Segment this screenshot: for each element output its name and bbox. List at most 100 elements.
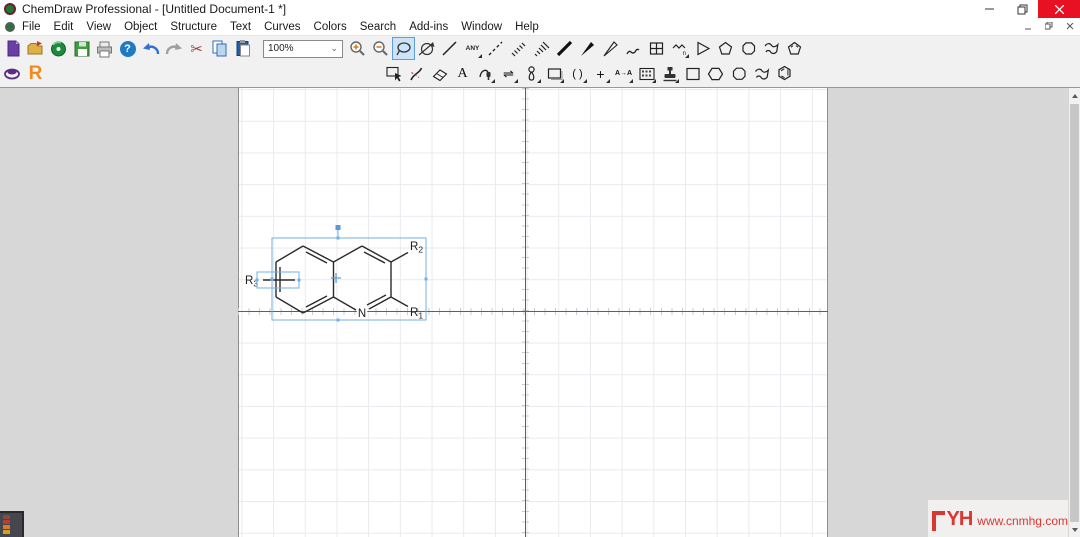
- chemdraw-addin-icon[interactable]: [2, 63, 23, 84]
- menu-structure[interactable]: Structure: [170, 21, 217, 33]
- palette-swatch: [3, 525, 10, 529]
- r-logo[interactable]: R: [25, 63, 46, 84]
- shape-square-tool[interactable]: [682, 63, 703, 84]
- new-document-icon[interactable]: [2, 38, 23, 59]
- rotate-tool[interactable]: [416, 38, 437, 59]
- shape-freeform-tool[interactable]: [761, 38, 782, 59]
- help-label: ?: [119, 40, 136, 57]
- cut-glyph: ✂: [190, 40, 203, 58]
- color-palette-window[interactable]: [0, 511, 24, 537]
- zoom-in-icon[interactable]: [347, 38, 368, 59]
- marquee-tool[interactable]: [383, 63, 404, 84]
- open-icon[interactable]: [25, 38, 46, 59]
- scrollbar-thumb[interactable]: [1070, 104, 1079, 537]
- orbital-tool[interactable]: [521, 63, 542, 84]
- polymer-n-label: n: [682, 51, 686, 57]
- brackets-label: ( ): [572, 67, 583, 80]
- redo-icon[interactable]: [163, 38, 184, 59]
- toolbar-row-1: ? ✂ 100% ⌄ ANY n: [0, 36, 1080, 61]
- menu-file[interactable]: File: [22, 21, 41, 33]
- ring-octagon-tool[interactable]: [738, 38, 759, 59]
- r-logo-label: R: [28, 62, 43, 84]
- palette-swatch: [3, 530, 10, 534]
- menu-object[interactable]: Object: [124, 21, 157, 33]
- polymer-bracket-tool[interactable]: n: [669, 38, 690, 59]
- scrollbar-down-button[interactable]: [1069, 522, 1080, 537]
- copy-icon[interactable]: [209, 38, 230, 59]
- ring-cyclopentadiene-tool[interactable]: [784, 38, 805, 59]
- reaction-arrows-label: ⇌: [503, 65, 514, 81]
- palette-swatch: [3, 520, 10, 524]
- undo-icon[interactable]: [140, 38, 161, 59]
- app-logo-icon: [4, 3, 16, 15]
- palette-swatch: [3, 515, 10, 519]
- lasso-tool[interactable]: [392, 37, 415, 60]
- menu-colors[interactable]: Colors: [314, 21, 347, 33]
- doc-minimize-button[interactable]: [1022, 20, 1034, 32]
- paste-icon[interactable]: [232, 38, 253, 59]
- bond-hollow-wedge-tool[interactable]: [600, 38, 621, 59]
- print-icon[interactable]: [94, 38, 115, 59]
- chevron-up-icon: [1071, 93, 1078, 98]
- menu-edit[interactable]: Edit: [54, 21, 74, 33]
- watermark-logo-text: YH: [946, 508, 974, 530]
- chevron-down-scroll-icon: [1071, 527, 1078, 532]
- atom-map-tool[interactable]: A→A: [613, 63, 634, 84]
- scrollbar-up-button[interactable]: [1069, 88, 1080, 103]
- clean-up-structure-tool[interactable]: [475, 63, 496, 84]
- restore-button[interactable]: [1006, 0, 1038, 18]
- plus-label: +: [596, 65, 605, 82]
- menu-window[interactable]: Window: [461, 21, 502, 33]
- chain-tool[interactable]: [692, 38, 713, 59]
- menu-curves[interactable]: Curves: [264, 21, 300, 33]
- horizontal-crosshair-line: [238, 311, 828, 312]
- vertical-scrollbar[interactable]: [1069, 88, 1080, 537]
- shape-octagon-tool[interactable]: [728, 63, 749, 84]
- rectangle-tool[interactable]: [544, 63, 565, 84]
- bond-bold-tool[interactable]: [554, 38, 575, 59]
- doc-close-button[interactable]: [1064, 20, 1076, 32]
- ring-benzene-tool[interactable]: [774, 63, 795, 84]
- toolbar: ? ✂ 100% ⌄ ANY n R A ⇌ () + A→A: [0, 36, 1080, 88]
- atom-map-label: A→A: [614, 70, 633, 77]
- bond-any-tool[interactable]: ANY: [462, 38, 483, 59]
- menu-addins[interactable]: Add-ins: [409, 21, 448, 33]
- close-button[interactable]: [1038, 0, 1080, 18]
- plus-tool[interactable]: +: [590, 63, 611, 84]
- shape-wave-tool[interactable]: [751, 63, 772, 84]
- text-tool-label: A: [457, 65, 468, 81]
- doc-restore-button[interactable]: [1043, 20, 1055, 32]
- window-title: ChemDraw Professional - [Untitled Docume…: [22, 2, 287, 16]
- ring-hexagon-tool[interactable]: [705, 63, 726, 84]
- reaction-arrow-tool[interactable]: ⇌: [498, 63, 519, 84]
- toolbar-row-2: R A ⇌ () + A→A: [0, 61, 1080, 86]
- help-icon[interactable]: ?: [117, 38, 138, 59]
- cd-icon[interactable]: [48, 38, 69, 59]
- bracket-tool[interactable]: ( ): [567, 63, 588, 84]
- save-icon[interactable]: [71, 38, 92, 59]
- eraser-tool[interactable]: [429, 63, 450, 84]
- table-tool[interactable]: [646, 38, 667, 59]
- document-icon: [5, 21, 15, 32]
- bond-wedge-tool[interactable]: [577, 38, 598, 59]
- menu-bar: File Edit View Object Structure Text Cur…: [0, 18, 1080, 36]
- ring-pentagon-tool[interactable]: [715, 38, 736, 59]
- bond-solid-tool[interactable]: [439, 38, 460, 59]
- zoom-level-combobox[interactable]: 100% ⌄: [263, 39, 343, 58]
- menu-view[interactable]: View: [86, 21, 111, 33]
- menu-text[interactable]: Text: [230, 21, 251, 33]
- menu-help[interactable]: Help: [515, 21, 539, 33]
- bond-hashed-tool[interactable]: [508, 38, 529, 59]
- text-tool[interactable]: A: [452, 63, 473, 84]
- bond-hashed-wedge-tool[interactable]: [531, 38, 552, 59]
- template-stamp-tool[interactable]: [659, 63, 680, 84]
- zoom-out-icon[interactable]: [370, 38, 391, 59]
- periodic-table-tool[interactable]: [636, 63, 657, 84]
- bond-wavy-tool[interactable]: [623, 38, 644, 59]
- cut-icon[interactable]: ✂: [186, 38, 207, 59]
- menu-search[interactable]: Search: [360, 21, 396, 33]
- pen-tool[interactable]: [406, 63, 427, 84]
- bond-dashed-tool[interactable]: [485, 38, 506, 59]
- minimize-button[interactable]: [974, 0, 1006, 18]
- watermark-logo-mark: [932, 510, 945, 531]
